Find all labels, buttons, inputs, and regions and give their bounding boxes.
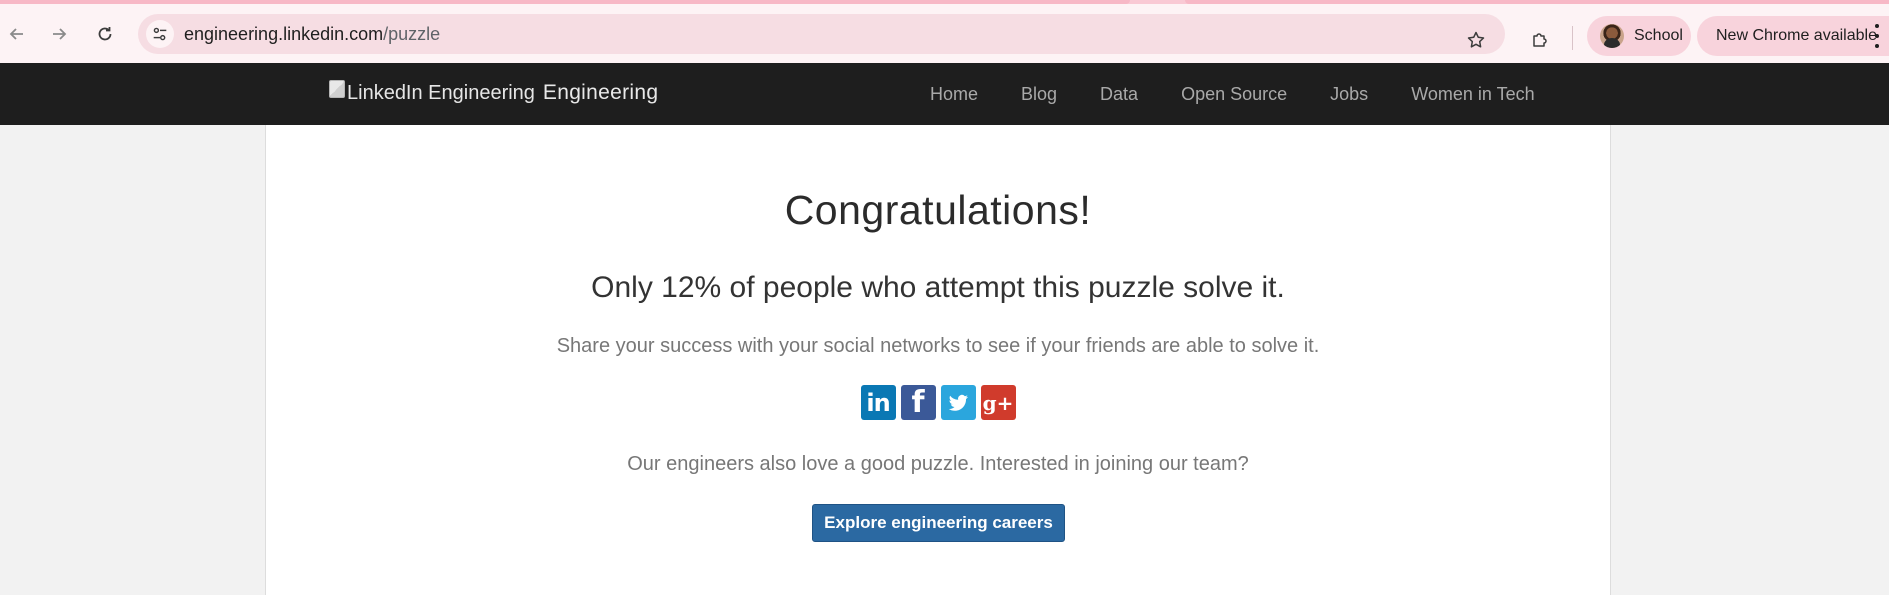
brand[interactable]: LinkedIn Engineering Engineering [329, 78, 658, 108]
social-share-buttons: in f g+ [266, 385, 1610, 420]
success-rate-text: Only 12% of people who attempt this puzz… [591, 271, 1285, 304]
avatar [1600, 24, 1624, 48]
update-label: New Chrome available [1716, 27, 1877, 44]
broken-image-icon [329, 80, 345, 98]
url-path: /puzzle [383, 24, 441, 44]
menu-kebab-icon[interactable] [1874, 24, 1880, 48]
update-chrome-button[interactable]: New Chrome available [1697, 16, 1889, 56]
url-host: engineering.linkedin.com [184, 24, 384, 44]
facebook-icon[interactable]: f [900, 385, 936, 420]
main-nav: Home Blog Data Open Source Jobs Women in… [930, 63, 1535, 125]
twitter-bird-icon [948, 394, 968, 411]
back-button[interactable] [0, 17, 34, 51]
address-bar[interactable]: engineering.linkedin.com/puzzle [138, 14, 1505, 54]
profile-label: School [1634, 27, 1683, 44]
back-arrow-icon [9, 28, 23, 40]
careers-prompt: Our engineers also love a good puzzle. I… [627, 453, 1249, 475]
forward-arrow-icon [53, 28, 67, 40]
main-content: Congratulations! Only 12% of people who … [265, 125, 1611, 595]
toolbar-divider [1572, 26, 1573, 50]
google-plus-icon[interactable]: g+ [980, 385, 1016, 420]
nav-data[interactable]: Data [1100, 84, 1138, 105]
reload-button[interactable] [88, 17, 122, 51]
twitter-icon[interactable] [940, 385, 976, 420]
nav-home[interactable]: Home [930, 84, 978, 105]
extensions-button[interactable] [1522, 22, 1558, 58]
site-info-button[interactable] [146, 20, 174, 48]
puzzle-piece-icon [1533, 33, 1547, 47]
explore-careers-button[interactable]: Explore engineering careers [812, 504, 1065, 542]
share-prompt: Share your success with your social netw… [556, 335, 1320, 357]
reload-icon [98, 27, 112, 41]
site-header: LinkedIn Engineering Engineering Home Bl… [0, 63, 1889, 125]
browser-toolbar: engineering.linkedin.com/puzzle School N… [0, 4, 1889, 63]
linkedin-engineering-logo[interactable]: LinkedIn Engineering [329, 80, 535, 105]
nav-blog[interactable]: Blog [1021, 84, 1057, 105]
tune-icon [153, 27, 167, 41]
forward-button[interactable] [42, 17, 76, 51]
nav-open-source[interactable]: Open Source [1181, 84, 1287, 105]
url-text[interactable]: engineering.linkedin.com/puzzle [184, 24, 440, 45]
brand-text: Engineering [542, 81, 659, 104]
linkedin-icon[interactable]: in [860, 385, 896, 420]
nav-women-in-tech[interactable]: Women in Tech [1411, 84, 1534, 105]
logo-alt-text: LinkedIn Engineering [347, 81, 535, 104]
profile-button[interactable]: School [1587, 16, 1691, 56]
star-icon [1467, 31, 1485, 48]
page-title: Congratulations! [784, 187, 1092, 233]
bookmark-star-button[interactable] [1458, 22, 1494, 58]
nav-jobs[interactable]: Jobs [1330, 84, 1368, 105]
